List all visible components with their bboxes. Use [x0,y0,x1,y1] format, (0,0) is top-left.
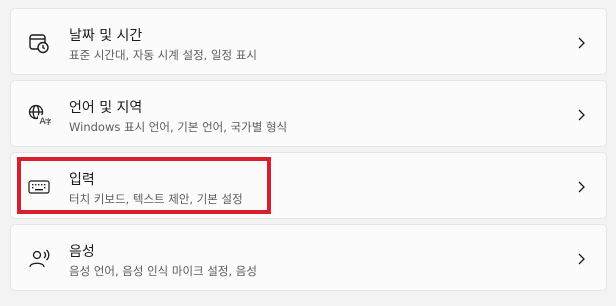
speech-person-icon [27,247,51,271]
settings-item-title: 날짜 및 시간 [69,28,143,44]
chevron-right-icon [576,253,586,265]
keyboard-icon [27,175,51,199]
settings-item-description: 음성 언어, 음성 인식 마이크 설정, 음성 [69,264,257,278]
settings-item-description: 터치 키보드, 텍스트 제안, 기본 설정 [69,192,243,206]
svg-text:字: 字 [45,117,51,126]
settings-item-language-region[interactable]: A 字 언어 및 지역 Windows 표시 언어, 기본 언어, 국가별 형식 [10,80,607,147]
settings-list: 날짜 및 시간 표준 시간대, 자동 시계 설정, 일정 표시 A 字 언어 및… [10,8,607,296]
chevron-right-icon [576,181,586,193]
settings-item-description: 표준 시간대, 자동 시계 설정, 일정 표시 [69,48,257,62]
settings-item-title: 입력 [69,172,95,188]
chevron-right-icon [576,109,586,121]
settings-item-typing[interactable]: 입력 터치 키보드, 텍스트 제안, 기본 설정 [10,152,607,219]
settings-item-title: 언어 및 지역 [69,100,143,116]
settings-item-speech[interactable]: 음성 음성 언어, 음성 인식 마이크 설정, 음성 [10,224,607,291]
settings-item-date-time[interactable]: 날짜 및 시간 표준 시간대, 자동 시계 설정, 일정 표시 [10,8,607,75]
language-globe-icon: A 字 [27,103,51,127]
settings-item-title: 음성 [69,244,95,260]
calendar-clock-icon [27,31,51,55]
settings-item-description: Windows 표시 언어, 기본 언어, 국가별 형식 [69,120,288,134]
chevron-right-icon [576,37,586,49]
